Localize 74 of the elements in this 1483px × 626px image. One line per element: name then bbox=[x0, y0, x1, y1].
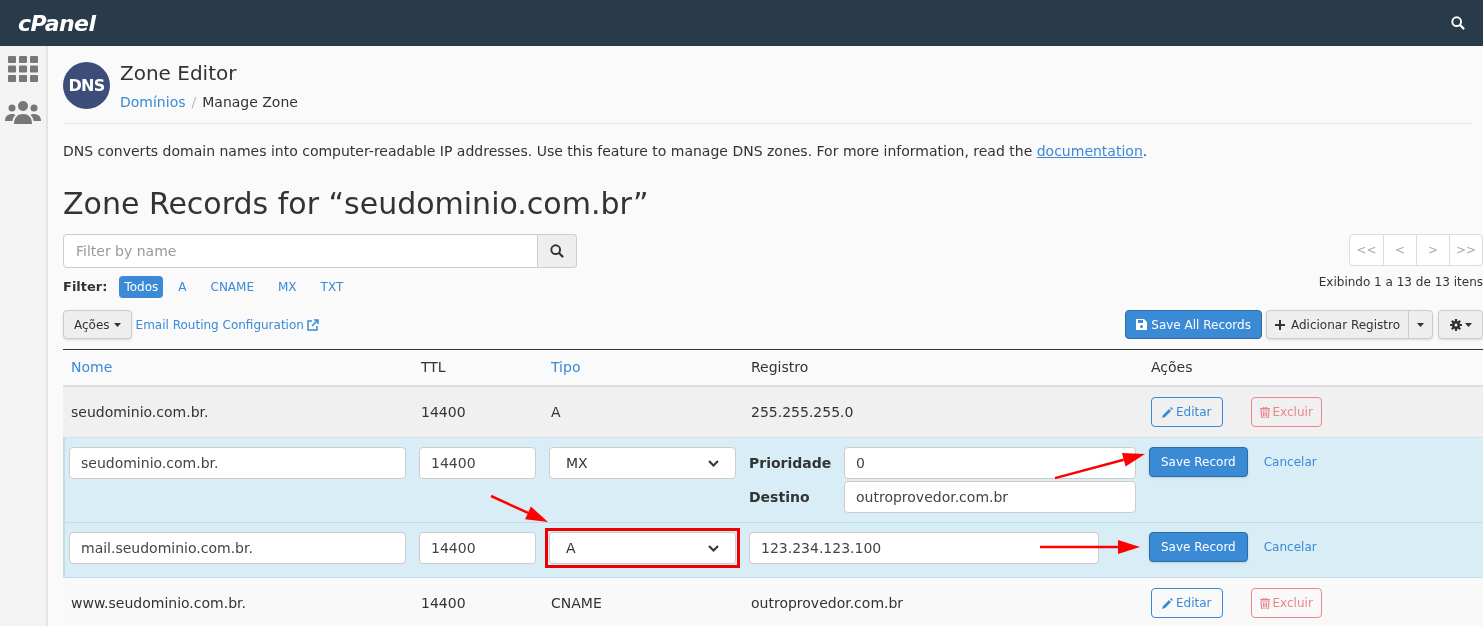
chevron-down-icon[interactable] bbox=[708, 459, 719, 467]
pencil-icon[interactable] bbox=[1162, 406, 1173, 418]
grid-icon[interactable] bbox=[8, 56, 38, 82]
field-label: Destino bbox=[749, 487, 811, 507]
cpanel-logo: cPanel bbox=[18, 9, 96, 38]
pagination-button[interactable]: > bbox=[1416, 235, 1449, 265]
name-field[interactable]: seudominio.com.br. bbox=[69, 447, 406, 479]
settings-button[interactable] bbox=[1438, 310, 1483, 339]
breadcrumb-current: Manage Zone bbox=[202, 93, 298, 112]
pagination-button[interactable]: < bbox=[1383, 235, 1416, 265]
description-text: DNS converts domain names into computer-readable IP addresses. Use this feature to manage DNS zones. For more information, read the documentation. bbox=[63, 142, 1149, 161]
filter-option[interactable]: A bbox=[173, 276, 192, 298]
caret-icon[interactable] bbox=[113, 322, 121, 327]
field-label: Prioridade bbox=[749, 453, 833, 473]
column-header[interactable]: Nome bbox=[71, 359, 113, 375]
breadcrumb-separator: / bbox=[191, 93, 197, 112]
column-header: TTL bbox=[421, 359, 446, 375]
record-field[interactable]: 123.234.123.100 bbox=[749, 532, 1099, 564]
ttl-field[interactable]: 14400 bbox=[419, 532, 536, 564]
save-record-button[interactable]: Save Record bbox=[1149, 532, 1248, 562]
type-select[interactable]: MX bbox=[549, 447, 736, 479]
ttl-field[interactable]: 14400 bbox=[419, 447, 536, 479]
cancel-link[interactable]: Cancelar bbox=[1263, 453, 1317, 471]
pencil-icon[interactable] bbox=[1162, 597, 1173, 609]
pagination-summary: Exibindo 1 a 13 de 13 itens bbox=[1318, 274, 1483, 291]
pagination-button[interactable]: >> bbox=[1449, 235, 1482, 265]
table-cell: seudominio.com.br. bbox=[71, 403, 209, 420]
save-all-button[interactable]: Save All Records bbox=[1125, 310, 1262, 339]
filter-option[interactable]: CNAME bbox=[205, 276, 259, 298]
search-icon[interactable] bbox=[1451, 16, 1465, 30]
filter-option[interactable]: MX bbox=[273, 276, 302, 298]
add-record-split-button[interactable]: Adicionar Registro bbox=[1265, 310, 1433, 339]
search-field[interactable]: Filter by name bbox=[63, 234, 538, 268]
record-field[interactable]: 0 bbox=[844, 447, 1136, 479]
actions-dropdown[interactable]: Ações bbox=[63, 310, 132, 339]
external-link-icon[interactable] bbox=[306, 318, 319, 331]
table-cell: 14400 bbox=[421, 403, 466, 420]
filter-option[interactable]: TXT bbox=[315, 276, 349, 298]
breadcrumb-link[interactable]: Domínios bbox=[120, 92, 186, 113]
table-cell: 14400 bbox=[421, 594, 466, 611]
record-field[interactable]: outroprovedor.com.br bbox=[844, 481, 1136, 513]
column-header[interactable]: Tipo bbox=[551, 359, 581, 375]
users-icon[interactable] bbox=[5, 100, 41, 124]
filter-option[interactable]: Todos bbox=[119, 276, 164, 298]
add-record-label: Adicionar Registro bbox=[1266, 311, 1408, 338]
caret-icon[interactable] bbox=[1464, 322, 1472, 327]
name-field[interactable]: mail.seudominio.com.br. bbox=[69, 532, 406, 564]
email-routing-link[interactable]: Email Routing Configuration bbox=[135, 315, 319, 334]
settings-icon[interactable] bbox=[1449, 318, 1462, 331]
dns-logo-icon: DNS bbox=[63, 62, 110, 109]
table-cell: A bbox=[551, 403, 561, 420]
documentation-link[interactable]: documentation bbox=[1036, 143, 1143, 159]
pagination-button[interactable]: << bbox=[1350, 235, 1383, 265]
table-cell: CNAME bbox=[551, 594, 602, 611]
type-select[interactable]: A bbox=[549, 532, 736, 564]
cancel-link[interactable]: Cancelar bbox=[1263, 538, 1317, 556]
filter-label: Filter: bbox=[63, 278, 108, 297]
column-header: Ações bbox=[1151, 359, 1193, 375]
page-title: Zone Editor bbox=[120, 60, 238, 87]
edit-button[interactable]: Editar bbox=[1151, 397, 1223, 427]
zone-records-heading: Zone Records for “seudominio.com.br” bbox=[63, 185, 650, 223]
delete-button[interactable]: Excluir bbox=[1250, 397, 1322, 427]
delete-button[interactable]: Excluir bbox=[1250, 588, 1322, 618]
column-header: Registro bbox=[751, 359, 809, 375]
caret-icon[interactable] bbox=[1417, 322, 1424, 327]
plus-icon[interactable] bbox=[1274, 319, 1285, 330]
edit-button[interactable]: Editar bbox=[1151, 588, 1223, 618]
chevron-down-icon[interactable] bbox=[708, 544, 719, 552]
table-cell: www.seudominio.com.br. bbox=[71, 594, 246, 611]
search-icon[interactable] bbox=[550, 244, 564, 258]
save-record-button[interactable]: Save Record bbox=[1149, 447, 1248, 477]
table-cell: outroprovedor.com.br bbox=[751, 594, 904, 611]
search-button[interactable] bbox=[538, 234, 577, 268]
table-cell: 255.255.255.0 bbox=[751, 403, 854, 420]
